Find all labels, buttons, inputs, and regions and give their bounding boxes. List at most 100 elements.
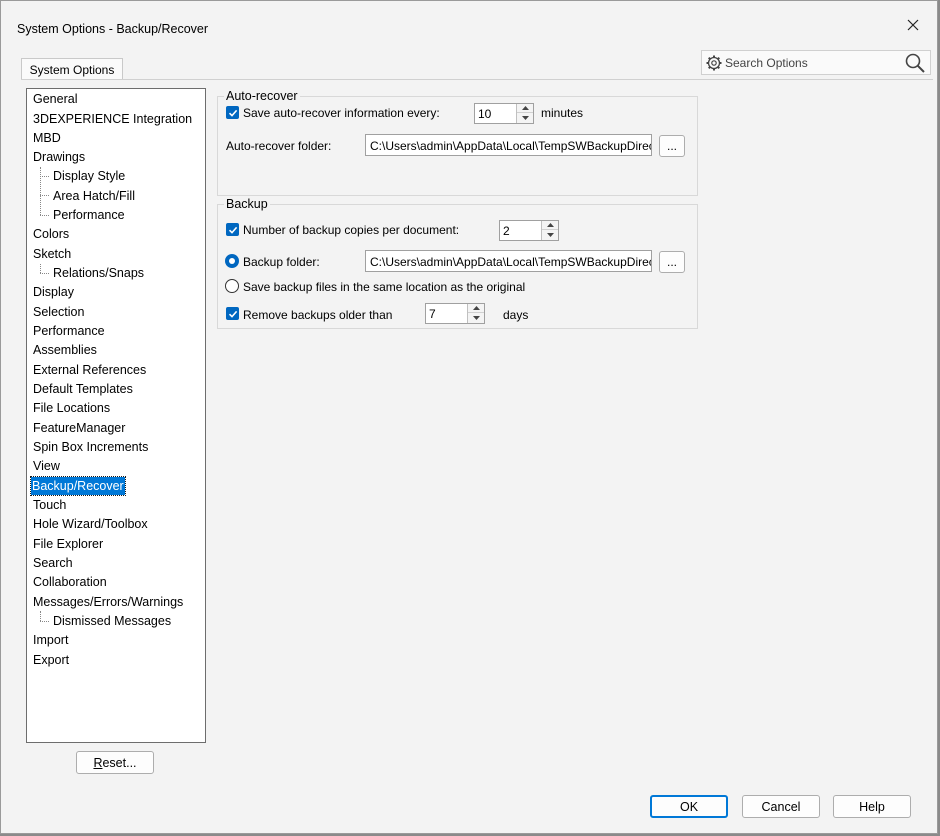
auto-recover-interval-unit: minutes bbox=[541, 106, 584, 120]
tree-item-display-style[interactable]: Display Style bbox=[52, 167, 126, 185]
remove-backups-label: Remove backups older than bbox=[243, 308, 393, 322]
tree-item-display[interactable]: Display bbox=[32, 283, 75, 301]
tree-item-spin-box-increments[interactable]: Spin Box Increments bbox=[32, 438, 149, 456]
same-location-label: Save backup files in the same location a… bbox=[243, 280, 526, 294]
tree-item-messages-errors-warnings[interactable]: Messages/Errors/Warnings bbox=[32, 593, 184, 611]
tree-connector bbox=[40, 621, 49, 622]
tab-label: System Options bbox=[29, 62, 115, 77]
tree-item-area-hatch-fill[interactable]: Area Hatch/Fill bbox=[52, 187, 136, 205]
help-label: Help bbox=[859, 799, 885, 814]
auto-recover-folder-field[interactable] bbox=[365, 134, 652, 156]
remove-backups-days-input[interactable] bbox=[429, 306, 465, 321]
backup-folder-label: Backup folder: bbox=[243, 255, 320, 269]
backup-browse-button[interactable]: ... bbox=[659, 251, 685, 273]
reset-button[interactable]: Reset... bbox=[76, 751, 154, 774]
tab-system-options[interactable]: System Options bbox=[21, 58, 123, 80]
window-title: System Options - Backup/Recover bbox=[17, 22, 209, 36]
tree-item-export[interactable]: Export bbox=[32, 651, 70, 669]
ok-label: OK bbox=[679, 799, 699, 814]
tree-item-collaboration[interactable]: Collaboration bbox=[32, 573, 108, 591]
spin-down-button[interactable] bbox=[517, 113, 533, 122]
save-auto-recover-label: Save auto-recover information every: bbox=[243, 106, 440, 120]
auto-recover-group-label: Auto-recover bbox=[224, 89, 300, 103]
remove-backups-checkbox[interactable] bbox=[226, 307, 239, 320]
caret-down-icon bbox=[546, 232, 554, 237]
spinner-arrows bbox=[467, 304, 484, 323]
search-input[interactable] bbox=[725, 53, 900, 73]
backup-copies-spinner[interactable] bbox=[499, 220, 559, 241]
auto-recover-browse-button[interactable]: ... bbox=[659, 135, 685, 157]
tree-item-touch[interactable]: Touch bbox=[32, 496, 67, 514]
tree-item-3dexperience-integration[interactable]: 3DEXPERIENCE Integration bbox=[32, 110, 193, 128]
tree-item-external-references[interactable]: External References bbox=[32, 361, 147, 379]
backup-folder-field[interactable] bbox=[365, 250, 652, 272]
tree-item-assemblies[interactable]: Assemblies bbox=[32, 341, 98, 359]
remove-backups-unit: days bbox=[503, 308, 529, 322]
tree-item-view[interactable]: View bbox=[32, 457, 61, 475]
tree-connector bbox=[40, 273, 49, 274]
search-box bbox=[701, 50, 931, 75]
tree-item-hole-wizard-toolbox[interactable]: Hole Wizard/Toolbox bbox=[32, 515, 149, 533]
caret-down-icon bbox=[472, 315, 480, 320]
tree-item-sketch[interactable]: Sketch bbox=[32, 245, 72, 263]
tree-item-file-explorer[interactable]: File Explorer bbox=[32, 535, 104, 553]
reset-label: eset... bbox=[102, 755, 137, 770]
tree-item-selection[interactable]: Selection bbox=[32, 303, 85, 321]
tree-item-colors[interactable]: Colors bbox=[32, 225, 70, 243]
remove-backups-days-spinner[interactable] bbox=[425, 303, 485, 324]
cancel-button[interactable]: Cancel bbox=[742, 795, 820, 818]
tree-connector bbox=[40, 611, 41, 621]
save-auto-recover-checkbox[interactable] bbox=[226, 106, 239, 119]
search-icon[interactable] bbox=[904, 52, 926, 74]
gear-icon[interactable] bbox=[705, 54, 723, 72]
tree-item-import[interactable]: Import bbox=[32, 631, 69, 649]
checkmark-icon bbox=[228, 310, 237, 318]
ok-button[interactable]: OK bbox=[650, 795, 728, 818]
tree-item-default-templates[interactable]: Default Templates bbox=[32, 380, 134, 398]
browse-label: ... bbox=[666, 139, 677, 153]
backup-folder-input[interactable] bbox=[370, 254, 651, 269]
tree-item-file-locations[interactable]: File Locations bbox=[32, 399, 111, 417]
title-bar: System Options - Backup/Recover bbox=[1, 1, 937, 41]
checkmark-icon bbox=[228, 226, 237, 234]
tree-item-drawings[interactable]: Drawings bbox=[32, 148, 86, 166]
system-options-dialog: System Options - Backup/Recover System O… bbox=[0, 0, 938, 834]
spin-up-button[interactable] bbox=[542, 221, 558, 230]
tree-item-relations-snaps[interactable]: Relations/Snaps bbox=[52, 264, 145, 282]
tree-connector bbox=[40, 176, 49, 177]
spin-up-button[interactable] bbox=[468, 304, 484, 313]
tree-item-mbd[interactable]: MBD bbox=[32, 129, 62, 147]
spin-up-button[interactable] bbox=[517, 104, 533, 113]
auto-recover-folder-input[interactable] bbox=[370, 138, 651, 153]
cancel-label: Cancel bbox=[761, 799, 801, 814]
backup-group-label: Backup bbox=[224, 197, 270, 211]
tree-item-general[interactable]: General bbox=[32, 90, 78, 108]
tree-item-backup-recover[interactable]: Backup/Recover bbox=[30, 476, 126, 496]
auto-recover-folder-label: Auto-recover folder: bbox=[226, 139, 332, 153]
auto-recover-interval-spinner[interactable] bbox=[474, 103, 534, 124]
backup-copies-checkbox[interactable] bbox=[226, 223, 239, 236]
tree-item-performance[interactable]: Performance bbox=[32, 322, 106, 340]
help-button[interactable]: Help bbox=[833, 795, 911, 818]
spin-down-button[interactable] bbox=[468, 313, 484, 322]
close-button[interactable] bbox=[893, 9, 933, 41]
caret-up-icon bbox=[546, 223, 554, 227]
caret-down-icon bbox=[521, 115, 529, 120]
checkmark-icon bbox=[228, 109, 237, 117]
tab-divider bbox=[21, 79, 933, 80]
same-location-radio[interactable] bbox=[225, 279, 239, 293]
spin-down-button[interactable] bbox=[542, 230, 558, 239]
tree-item-dismissed-messages[interactable]: Dismissed Messages bbox=[52, 612, 172, 630]
backup-copies-input[interactable] bbox=[503, 223, 539, 238]
tree-connector bbox=[40, 167, 41, 215]
tree-item-drawings-performance[interactable]: Performance bbox=[52, 206, 126, 224]
tree-item-featuremanager[interactable]: FeatureManager bbox=[32, 419, 126, 437]
options-tree: General 3DEXPERIENCE Integration MBD Dra… bbox=[26, 88, 206, 743]
backup-folder-radio[interactable] bbox=[225, 254, 239, 268]
close-icon bbox=[907, 19, 919, 31]
auto-recover-interval-input[interactable] bbox=[478, 106, 514, 121]
tree-item-search[interactable]: Search bbox=[32, 554, 74, 572]
spinner-arrows bbox=[541, 221, 558, 240]
caret-up-icon bbox=[521, 106, 529, 110]
reset-mnemonic: R bbox=[93, 755, 103, 770]
